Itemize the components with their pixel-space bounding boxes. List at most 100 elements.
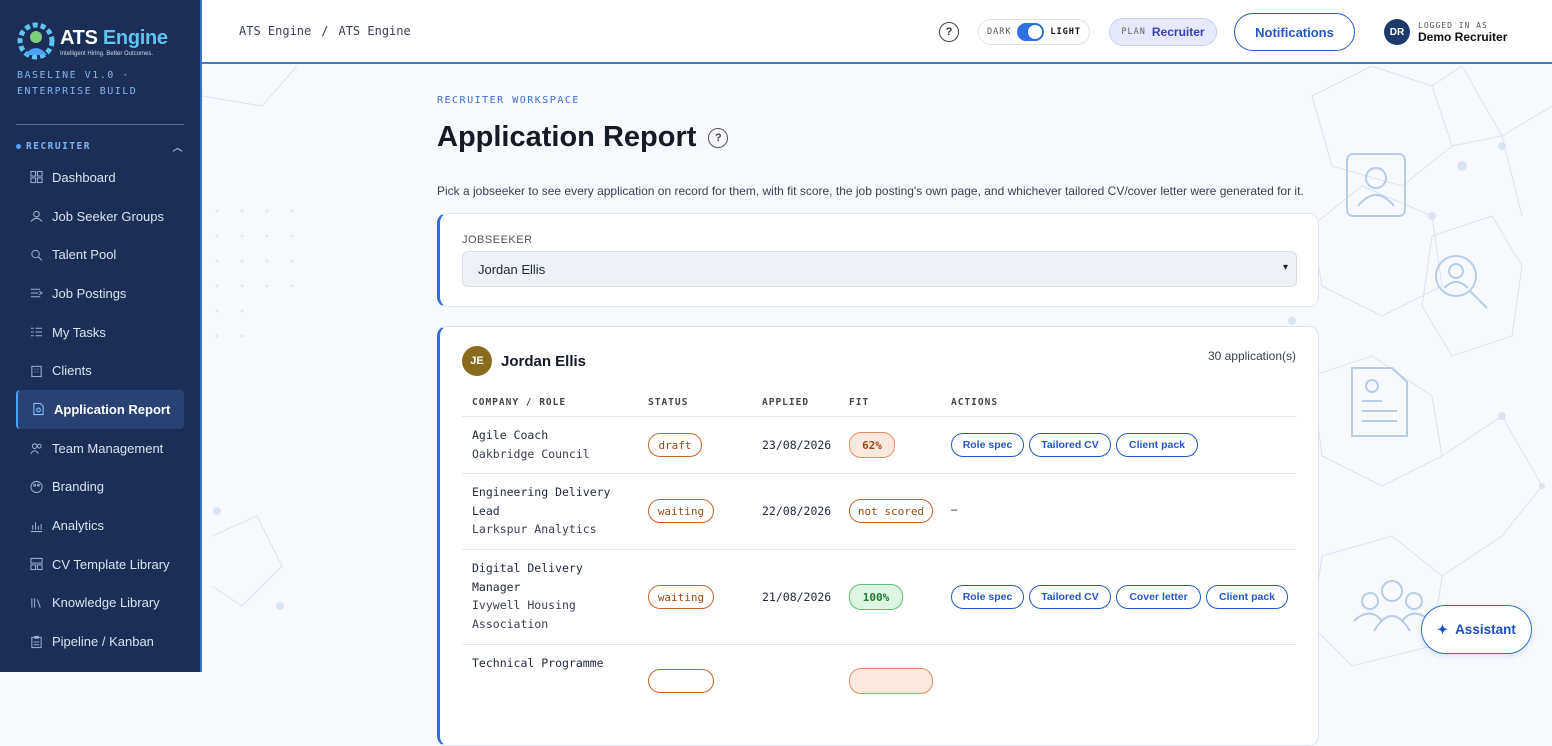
logged-in-label: LOGGED IN AS (1418, 20, 1488, 30)
sidebar-item-application-report[interactable]: Application Report (16, 390, 184, 429)
logo[interactable]: ATS Engine Intelligent Hiring. Better Ou… (16, 20, 186, 64)
sidebar-item-label: Knowledge Library (52, 595, 160, 611)
col-status: STATUS (648, 397, 689, 408)
jobseeker-select[interactable]: Jordan Ellis ▾ (462, 251, 1297, 287)
theme-light-label: LIGHT (1050, 27, 1081, 37)
section-label: RECRUITER (26, 140, 91, 152)
jobseeker-picker-card: JOBSEEKER Jordan Ellis ▾ (437, 213, 1319, 307)
sidebar-item-pipeline-kanban[interactable]: Pipeline / Kanban (16, 622, 184, 661)
palette-icon (30, 480, 43, 493)
sidebar-item-analytics[interactable]: Analytics (16, 506, 184, 545)
row-role: Agile Coach (472, 428, 549, 442)
sidebar-item-team-management[interactable]: Team Management (16, 429, 184, 468)
assistant-label: Assistant (1455, 622, 1516, 637)
sidebar-item-label: Analytics (52, 518, 105, 534)
sidebar-item-cv-template-library[interactable]: CV Template Library (16, 545, 184, 584)
theme-dark-label: DARK (987, 27, 1012, 37)
books-icon (30, 596, 43, 609)
sidebar-item-label: Application Report (54, 401, 171, 417)
row-applied: 22/08/2026 (762, 504, 832, 518)
template-icon (30, 558, 43, 571)
toggle-switch[interactable] (1017, 23, 1045, 41)
sidebar-item-label: Clients (52, 363, 92, 379)
user-name: Demo Recruiter (1418, 29, 1508, 44)
status-badge: waiting (648, 499, 714, 523)
section-recruiter[interactable]: RECRUITER ︿ (16, 139, 185, 154)
brand-name: ATS Engine (60, 27, 168, 49)
sidebar-item-job-seeker-groups[interactable]: Job Seeker Groups (16, 197, 184, 236)
page-description: Pick a jobseeker to see every applicatio… (437, 184, 1304, 198)
list-arrow-icon (30, 287, 43, 300)
client-pack-button[interactable]: Client pack (1116, 433, 1198, 457)
sidebar-item-label: CV Template Library (52, 556, 170, 572)
sidebar-item-label: Job Seeker Groups (52, 208, 165, 224)
role-spec-button[interactable]: Role spec (951, 433, 1024, 457)
client-pack-button[interactable]: Client pack (1206, 585, 1288, 609)
clipboard-icon (30, 635, 43, 648)
cover-letter-button[interactable]: Cover letter (1116, 585, 1201, 609)
building-icon (30, 364, 43, 377)
sidebar-item-dashboard[interactable]: Dashboard (16, 158, 184, 197)
sidebar-nav: Dashboard Job Seeker Groups Talent Pool Job… (16, 158, 184, 661)
row-role: Technical Programme (472, 656, 604, 670)
sidebar-item-job-postings[interactable]: Job Postings (16, 274, 184, 313)
sidebar-item-label: Branding (52, 479, 105, 495)
tailored-cv-button[interactable]: Tailored CV (1029, 433, 1111, 457)
row-role: Engineering Delivery Lead (472, 485, 611, 518)
user-menu[interactable]: DR LOGGED IN AS Demo Recruiter (1384, 19, 1507, 45)
col-company-role: COMPANY / ROLE (472, 397, 567, 408)
page-title: Application Report ? (437, 121, 729, 154)
chevron-down-icon: ▾ (1282, 262, 1288, 273)
theme-toggle[interactable]: DARK LIGHT (978, 19, 1090, 45)
sidebar-item-talent-pool[interactable]: Talent Pool (16, 235, 184, 274)
breadcrumb: ATS Engine / ATS Engine (239, 24, 411, 38)
chevron-up-icon[interactable]: ︿ (173, 139, 185, 154)
users-icon (30, 210, 43, 223)
row-company: Larkspur Analytics (472, 522, 597, 536)
bar-chart-icon (30, 519, 43, 532)
checklist-icon (30, 326, 43, 339)
avatar: JE (462, 346, 492, 376)
fit-badge: not scored (849, 499, 933, 523)
page-eyebrow: RECRUITER WORKSPACE (437, 95, 580, 106)
help-icon[interactable]: ? (939, 22, 959, 42)
status-badge: draft (648, 433, 702, 457)
help-icon[interactable]: ? (708, 127, 729, 148)
col-applied: APPLIED (762, 397, 810, 408)
dashboard-icon (30, 171, 43, 184)
sidebar-item-knowledge-library[interactable]: Knowledge Library (16, 584, 184, 623)
assistant-button[interactable]: ✦ Assistant (1421, 605, 1532, 654)
build-label: BASELINE V1.0 · ENTERPRISE BUILD (17, 70, 138, 97)
table-row: Agile Coach Oakbridge Council draft 23/0… (462, 417, 1297, 474)
no-actions: – (951, 504, 958, 516)
applications-card: JE Jordan Ellis 30 application(s) COMPAN… (437, 326, 1319, 746)
fit-badge: 100% (849, 584, 903, 610)
jobseeker-selected-value: Jordan Ellis (478, 261, 546, 277)
breadcrumb-item[interactable]: ATS Engine (239, 24, 311, 38)
table-header: COMPANY / ROLE STATUS APPLIED FIT ACTION… (462, 395, 1297, 417)
plan-badge: PLAN Recruiter (1109, 18, 1217, 46)
role-spec-button[interactable]: Role spec (951, 585, 1024, 609)
sidebar-item-clients[interactable]: Clients (16, 351, 184, 390)
sidebar-item-label: Pipeline / Kanban (52, 634, 154, 650)
sidebar: ATS Engine Intelligent Hiring. Better Ou… (0, 0, 202, 672)
notifications-button[interactable]: Notifications (1234, 13, 1355, 51)
row-company: Ivywell Housing Association (472, 598, 576, 631)
table-row: Technical Programme (462, 645, 1297, 705)
table-row: Engineering Delivery Lead Larkspur Analy… (462, 474, 1297, 550)
sidebar-item-label: Team Management (52, 440, 164, 456)
sidebar-item-branding[interactable]: Branding (16, 468, 184, 507)
sidebar-item-my-tasks[interactable]: My Tasks (16, 313, 184, 352)
tailored-cv-button[interactable]: Tailored CV (1029, 585, 1111, 609)
col-actions: ACTIONS (951, 397, 999, 408)
avatar: DR (1384, 19, 1410, 45)
row-role: Digital Delivery Manager (472, 561, 583, 594)
breadcrumb-item: ATS Engine (338, 24, 411, 38)
report-icon (32, 403, 45, 416)
application-count: 30 application(s) (1207, 349, 1296, 363)
row-applied: 23/08/2026 (762, 438, 832, 452)
fit-badge: 62% (849, 432, 895, 458)
jobseeker-label: JOBSEEKER (462, 234, 533, 246)
section-dot-icon (16, 143, 21, 149)
status-badge (648, 669, 714, 693)
